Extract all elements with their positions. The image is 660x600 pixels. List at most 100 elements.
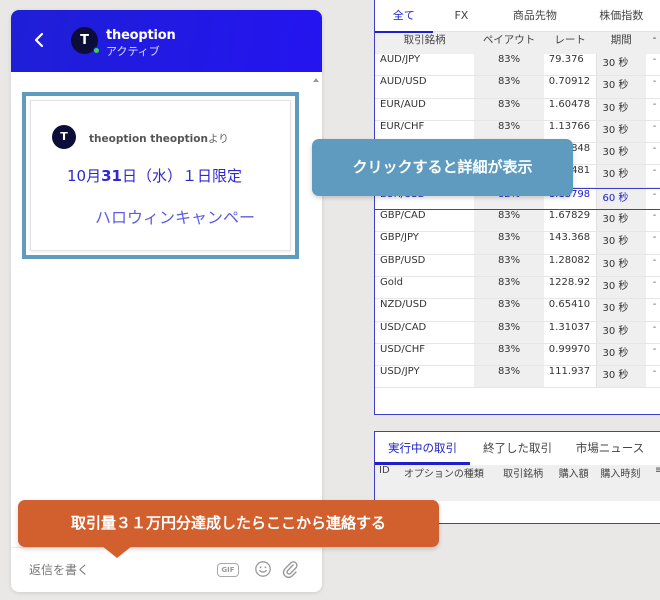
asset-row[interactable]: GBP/CAD 83% 1.67829 30 秒- [375, 210, 660, 233]
asset-rate: 1.67829 [548, 210, 591, 222]
asset-category-tabs: 全て FX 商品先物 株価指数 [375, 0, 660, 33]
asset-more: - [652, 54, 657, 65]
gif-button[interactable]: GIF [217, 563, 239, 577]
message-date-line: 10月31日（水）１日限定 [67, 165, 242, 186]
attach-button[interactable] [282, 559, 298, 579]
column-rate[interactable]: レート [544, 32, 597, 54]
tab-fx[interactable]: FX [433, 0, 491, 32]
asset-symbol: USD/JPY [380, 366, 420, 378]
asset-payout: 83% [474, 276, 544, 299]
asset-more: - [652, 276, 657, 288]
asset-period: 30 秒 [596, 232, 647, 254]
trades-tabs: 実行中の取引 終了した取引 市場ニュース [375, 432, 660, 465]
asset-row[interactable]: EUR/AUD 83% 1.60478 30 秒- [375, 98, 660, 121]
asset-more: - [652, 98, 657, 110]
callout-contact-text: 取引量３１万円分達成したらここから連絡する [70, 514, 386, 532]
message-composer: GIF [11, 547, 322, 592]
asset-rate: 79.376 [548, 54, 584, 65]
column-purchase-time[interactable]: 購入時刻 [596, 465, 651, 501]
chat-messages[interactable]: T theoption theoptionより 10月31日（水）１日限定 ハロ… [11, 72, 322, 547]
asset-rate: 1.60478 [548, 98, 591, 110]
asset-more: - [652, 366, 657, 378]
asset-period: 30 秒 [596, 299, 647, 321]
asset-symbol: GBP/CAD [380, 210, 426, 222]
asset-row[interactable]: GBP/JPY 83% 143.368 30 秒- [375, 232, 660, 255]
asset-row[interactable]: USD/JPY 83% 111.937 30 秒- [375, 366, 660, 389]
asset-more: - [652, 120, 657, 132]
asset-payout: 83% [474, 321, 544, 343]
asset-row[interactable]: AUD/JPY 83% 79.376 30 秒- [375, 54, 660, 77]
asset-row[interactable]: Gold 83% 1228.92 30 秒- [375, 276, 660, 300]
asset-period: 30 秒 [596, 98, 647, 120]
column-trade-symbol[interactable]: 取引銘柄 [499, 465, 555, 501]
asset-payout: 83% [474, 343, 544, 366]
asset-row[interactable]: GBP/USD 83% 1.28082 30 秒- [375, 254, 660, 277]
tab-indices[interactable]: 株価指数 [580, 0, 660, 32]
column-option-type[interactable]: オプションの種類 [400, 465, 499, 501]
callout-tail [102, 546, 132, 558]
asset-period: 30 秒 [596, 366, 647, 388]
asset-period: 60 秒 [596, 188, 647, 210]
column-menu-icon[interactable]: ≡ [651, 465, 660, 501]
scroll-up-arrow-icon[interactable] [313, 78, 319, 82]
date-suffix: 日（水）１日限定 [121, 167, 242, 185]
asset-row[interactable]: USD/CAD 83% 1.31037 30 秒- [375, 321, 660, 344]
message-sender: theoption theoptionより [89, 131, 229, 146]
asset-rate: 143.368 [548, 232, 591, 244]
tab-all[interactable]: 全て [375, 0, 433, 33]
asset-symbol: USD/CHF [380, 343, 425, 355]
chat-header: T theoption アクティブ [11, 10, 322, 72]
callout-contact: 取引量３１万円分達成したらここから連絡する [18, 500, 439, 558]
asset-period: 30 秒 [596, 165, 647, 187]
asset-symbol: AUD/USD [380, 76, 427, 88]
asset-symbol: NZD/USD [380, 299, 427, 311]
asset-payout: 83% [474, 299, 544, 321]
asset-more: - [652, 299, 657, 311]
paperclip-icon [282, 561, 298, 579]
asset-list-panel: 全て FX 商品先物 株価指数 取引銘柄 ペイアウト レート 期間 - AUD/… [374, 0, 660, 415]
asset-table-body: AUD/JPY 83% 79.376 30 秒 - AUD/USD 83% 0.70912 30… [375, 54, 660, 389]
asset-period: 30 秒 [596, 210, 647, 232]
reply-input[interactable] [29, 560, 209, 580]
asset-symbol: USD/CAD [380, 321, 427, 333]
message-preview[interactable]: T theoption theoptionより 10月31日（水）１日限定 ハロ… [30, 100, 291, 251]
asset-more: - [652, 165, 657, 177]
asset-more: - [652, 188, 657, 200]
asset-period: 30 秒 [596, 254, 647, 276]
asset-row[interactable]: AUD/USD 83% 0.70912 30 秒- [375, 76, 660, 99]
date-day: 31 [101, 167, 122, 185]
asset-period: 30 秒 [596, 321, 647, 343]
column-symbol[interactable]: 取引銘柄 [375, 32, 474, 54]
asset-symbol: GBP/USD [380, 254, 426, 266]
sender-avatar: T [52, 125, 76, 149]
column-id[interactable]: ID [375, 465, 400, 501]
column-period[interactable]: 期間 [596, 32, 646, 54]
asset-rate: 1.31037 [548, 321, 591, 333]
asset-symbol: Gold [380, 276, 403, 288]
back-button[interactable] [31, 29, 49, 51]
asset-period: 30 秒 [596, 143, 647, 165]
tab-commodities[interactable]: 商品先物 [490, 0, 579, 32]
asset-more: - [652, 76, 657, 88]
asset-period: 30 秒 [596, 54, 647, 76]
callout-click-detail: クリックすると詳細が表示 [312, 139, 573, 196]
asset-rate: 0.70912 [548, 76, 591, 88]
asset-row[interactable]: USD/CHF 83% 0.99970 30 秒- [375, 343, 660, 367]
asset-period: 30 秒 [596, 343, 647, 366]
asset-payout: 83% [474, 210, 544, 232]
column-payout[interactable]: ペイアウト [474, 32, 544, 54]
asset-more: - [652, 254, 657, 266]
trades-table-header: ID オプションの種類 取引銘柄 購入額 購入時刻 ≡ [375, 465, 660, 501]
column-purchase-amount[interactable]: 購入額 [555, 465, 597, 501]
asset-period: 30 秒 [596, 276, 647, 299]
message-card[interactable]: T theoption theoptionより 10月31日（水）１日限定 ハロ… [22, 92, 299, 259]
asset-more: - [652, 210, 657, 222]
tab-open-trades[interactable]: 実行中の取引 [375, 432, 470, 465]
sender-suffix: より [207, 133, 229, 145]
asset-more: - [652, 343, 657, 355]
asset-symbol: AUD/JPY [380, 54, 421, 65]
emoji-button[interactable] [254, 560, 272, 578]
asset-row[interactable]: NZD/USD 83% 0.65410 30 秒- [375, 299, 660, 322]
tab-closed-trades[interactable]: 終了した取引 [470, 432, 565, 465]
tab-market-news[interactable]: 市場ニュース [565, 432, 655, 465]
